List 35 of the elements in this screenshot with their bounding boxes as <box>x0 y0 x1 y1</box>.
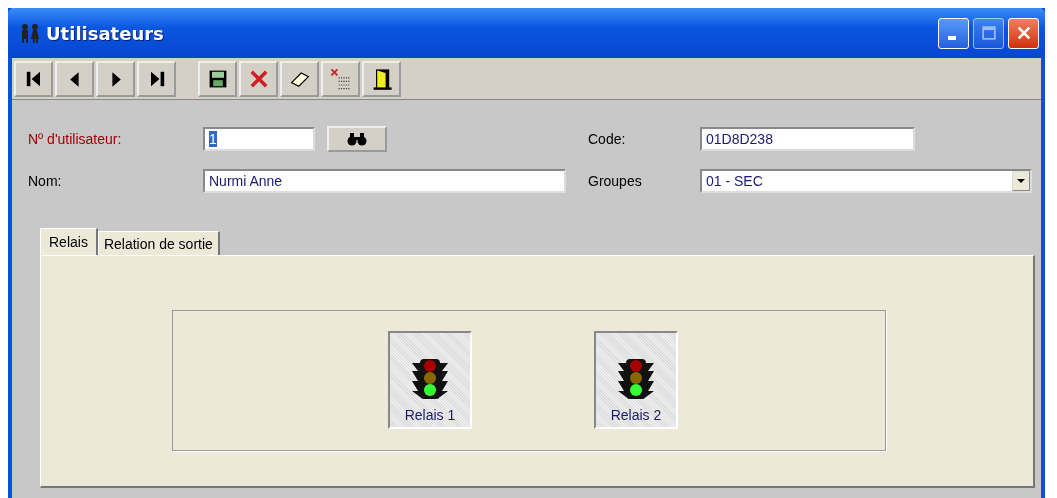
search-button[interactable] <box>327 126 387 152</box>
relay-button[interactable]: Relais 2 <box>594 331 678 429</box>
user-number-field[interactable]: 1 <box>203 127 315 151</box>
window-title: Utilisateurs <box>46 22 164 44</box>
relay-button[interactable]: Relais 1 <box>388 331 472 429</box>
last-record-button[interactable] <box>137 61 176 97</box>
triangle-left-icon <box>68 70 81 88</box>
exit-button[interactable] <box>362 61 401 97</box>
code-field[interactable]: 01D8D238 <box>700 127 915 151</box>
close-icon <box>1015 25 1032 41</box>
name-field[interactable]: Nurmi Anne <box>203 169 566 193</box>
binoculars-icon <box>347 132 367 146</box>
minimize-button[interactable] <box>938 17 969 49</box>
caret-icon <box>1017 179 1025 183</box>
maximize-icon <box>981 26 996 40</box>
tab[interactable]: Relais <box>40 228 98 255</box>
delete-button[interactable] <box>239 61 278 97</box>
triangle-right-icon <box>109 70 122 88</box>
name-label: Nom: <box>28 173 63 189</box>
clear-button[interactable] <box>321 61 360 97</box>
tab[interactable]: Relation de sortie <box>97 231 220 255</box>
user-number-label: Nº d'utilisateur: <box>28 131 123 147</box>
eraser-button[interactable] <box>280 61 319 97</box>
close-button[interactable] <box>1008 17 1039 49</box>
previous-record-button[interactable] <box>55 61 94 97</box>
code-label: Code: <box>588 131 627 147</box>
minimize-icon <box>947 36 956 40</box>
next-record-button[interactable] <box>96 61 135 97</box>
first-record-button[interactable] <box>14 61 53 97</box>
traffic-light-icon <box>410 357 450 401</box>
traffic-light-icon <box>616 357 656 401</box>
clear-grid-icon <box>328 67 353 91</box>
groups-dropdown[interactable]: 01 - SEC <box>700 169 1032 193</box>
groups-label: Groupes <box>588 173 643 189</box>
save-button[interactable] <box>198 61 237 97</box>
